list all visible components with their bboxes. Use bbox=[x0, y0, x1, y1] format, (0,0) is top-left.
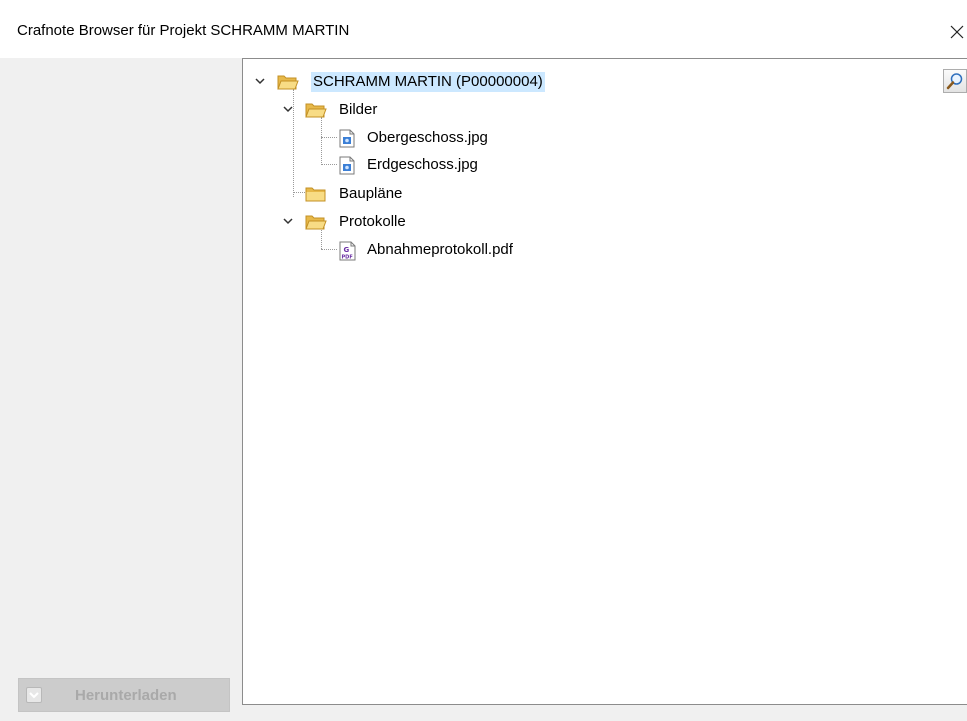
tree-node-label: Baupläne bbox=[339, 185, 403, 202]
search-button[interactable] bbox=[943, 69, 967, 93]
window-title: Crafnote Browser für Projekt SCHRAMM MAR… bbox=[17, 22, 350, 39]
svg-text:G: G bbox=[344, 246, 350, 254]
tree-node-label: Bilder bbox=[339, 101, 378, 118]
title-bar: Crafnote Browser für Projekt SCHRAMM MAR… bbox=[0, 0, 967, 58]
chevron-down-icon[interactable] bbox=[253, 74, 267, 88]
image-file-icon bbox=[339, 129, 355, 153]
tree-connector bbox=[321, 164, 337, 165]
download-button[interactable]: Herunterladen bbox=[18, 678, 230, 712]
tree-connector bbox=[321, 249, 337, 250]
chevron-down-icon[interactable] bbox=[281, 102, 295, 116]
folder-open-icon bbox=[305, 101, 327, 124]
tree-connector bbox=[321, 117, 322, 165]
close-icon bbox=[945, 16, 967, 46]
tree-node-label: Obergeschoss.jpg bbox=[367, 129, 488, 146]
bottom-strip bbox=[242, 705, 967, 721]
left-panel: Herunterladen bbox=[0, 58, 242, 721]
tree-node-label: Erdgeschoss.jpg bbox=[367, 156, 478, 173]
folder-open-icon bbox=[277, 73, 299, 96]
tree-connector bbox=[321, 137, 337, 138]
chevron-down-icon bbox=[26, 687, 42, 703]
chevron-down-icon[interactable] bbox=[281, 214, 295, 228]
tree-node-label: Protokolle bbox=[339, 213, 406, 230]
folder-icon bbox=[305, 185, 327, 208]
tree-node-label: SCHRAMM MARTIN (P00000004) bbox=[311, 72, 545, 92]
file-tree[interactable]: SCHRAMM MARTIN (P00000004) Bilder Oberge… bbox=[242, 58, 967, 705]
svg-text:PDF: PDF bbox=[342, 255, 353, 261]
folder-open-icon bbox=[305, 213, 327, 236]
tree-node-label: Abnahmeprotokoll.pdf bbox=[367, 241, 513, 258]
download-button-label: Herunterladen bbox=[75, 687, 177, 704]
pdf-file-icon: G PDF bbox=[339, 241, 357, 266]
crafnote-browser-window: Crafnote Browser für Projekt SCHRAMM MAR… bbox=[0, 0, 967, 721]
close-button[interactable] bbox=[945, 16, 967, 46]
image-file-icon bbox=[339, 156, 355, 180]
